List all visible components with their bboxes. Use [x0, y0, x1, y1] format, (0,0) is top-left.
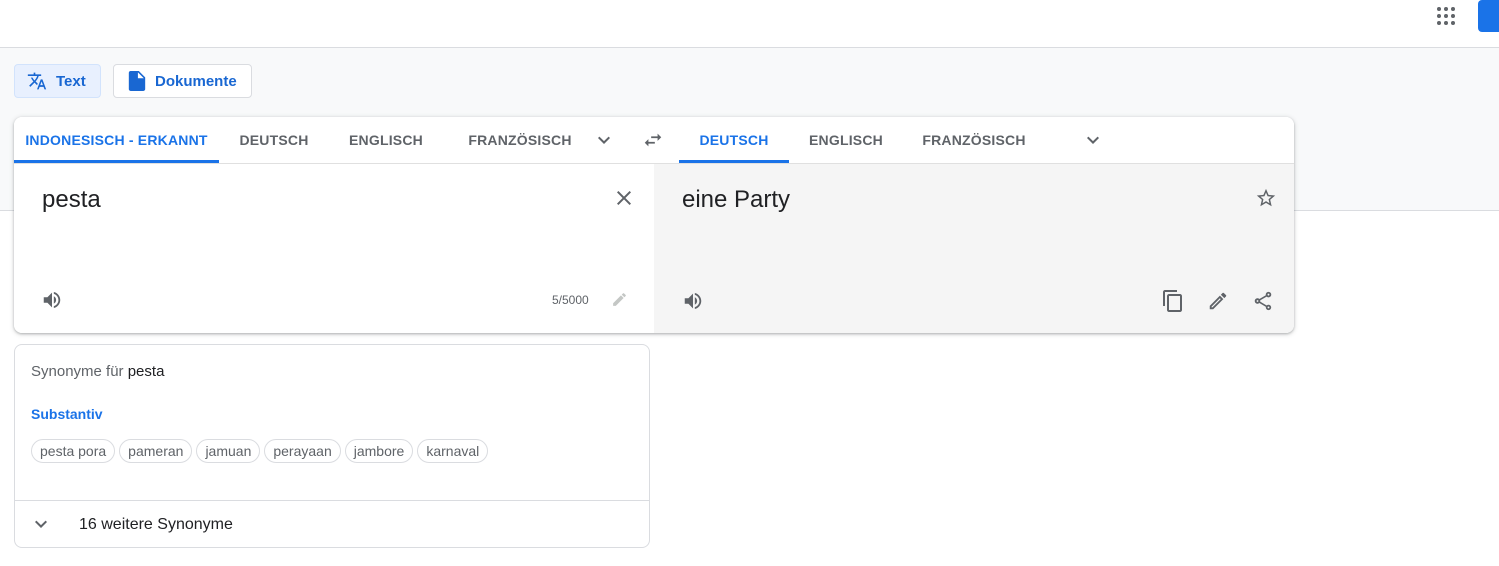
more-synonyms-label: 16 weitere Synonyme	[79, 516, 233, 533]
source-more-languages-button[interactable]	[592, 128, 616, 152]
swap-languages-button[interactable]	[641, 128, 665, 152]
translation-card: INDONESISCH - ERKANNT DEUTSCH ENGLISCH F…	[14, 117, 1294, 333]
part-of-speech-label: Substantiv	[31, 406, 103, 422]
top-bar	[0, 0, 1499, 48]
expand-synonyms-button[interactable]	[29, 512, 53, 536]
text-mode-label: Text	[56, 72, 86, 90]
target-tab-french[interactable]: FRANZÖSISCH	[914, 117, 1034, 163]
synonym-chip[interactable]: jambore	[344, 439, 414, 463]
target-pane: eine Party	[654, 164, 1294, 333]
apps-grid-icon[interactable]	[1436, 6, 1456, 26]
synonym-chip[interactable]: pameran	[119, 439, 193, 463]
language-bar: INDONESISCH - ERKANNT DEUTSCH ENGLISCH F…	[14, 117, 1294, 164]
synonym-chip[interactable]: pesta pora	[31, 439, 116, 463]
translation-output: eine Party	[682, 186, 791, 213]
pencil-icon	[612, 292, 626, 306]
synonyms-word: pesta	[127, 363, 165, 380]
pencil-icon	[1209, 292, 1227, 310]
source-pane[interactable]: pesta 5/5000	[14, 164, 654, 333]
documents-mode-button[interactable]: Dokumente	[113, 64, 252, 98]
source-tab-french[interactable]: FRANZÖSISCH	[454, 117, 586, 163]
synonyms-title-prefix: Synonyme für	[31, 363, 124, 380]
documents-mode-label: Dokumente	[155, 72, 237, 90]
save-translation-button[interactable]	[1254, 186, 1278, 210]
clear-source-button[interactable]	[612, 186, 636, 210]
character-count: 5/5000	[552, 293, 589, 307]
chevron-down-icon	[598, 136, 610, 144]
star-outline-icon	[1256, 188, 1276, 207]
copy-icon	[1163, 290, 1182, 312]
speaker-icon	[684, 292, 702, 310]
source-tab-german[interactable]: DEUTSCH	[226, 117, 322, 163]
synonym-chip[interactable]: perayaan	[264, 439, 341, 463]
source-text-input[interactable]: pesta	[42, 186, 101, 214]
listen-translation-button[interactable]	[681, 289, 705, 313]
target-more-languages-button[interactable]	[1081, 128, 1105, 152]
listen-source-button[interactable]	[40, 288, 64, 312]
close-icon	[617, 191, 631, 205]
account-button[interactable]	[1478, 0, 1499, 32]
source-tab-english[interactable]: ENGLISCH	[336, 117, 436, 163]
edit-translation-button[interactable]	[1205, 288, 1231, 314]
more-synonyms-toggle[interactable]: 16 weitere Synonyme	[15, 501, 649, 547]
translate-icon	[27, 72, 47, 90]
swap-arrows-icon	[644, 133, 662, 147]
target-tab-german[interactable]: DEUTSCH	[679, 117, 789, 163]
document-icon	[128, 71, 146, 91]
synonym-chip[interactable]: jamuan	[196, 439, 261, 463]
synonym-chip-list: pesta pora pameran jamuan perayaan jambo…	[31, 439, 489, 463]
share-translation-button[interactable]	[1250, 288, 1276, 314]
chevron-down-icon	[35, 520, 47, 528]
share-icon	[1254, 291, 1272, 311]
text-mode-button[interactable]: Text	[14, 64, 101, 98]
source-tab-indonesian-detected[interactable]: INDONESISCH - ERKANNT	[14, 117, 219, 163]
copy-translation-button[interactable]	[1160, 288, 1186, 314]
synonym-chip[interactable]: karnaval	[417, 439, 489, 463]
synonyms-title: Synonyme für pesta	[31, 363, 164, 380]
speaker-icon	[43, 291, 61, 309]
chevron-down-icon	[1087, 136, 1099, 144]
synonyms-card: Synonyme für pesta Substantiv pesta pora…	[14, 344, 650, 548]
edit-source-button[interactable]	[610, 290, 628, 308]
target-tab-english[interactable]: ENGLISCH	[798, 117, 894, 163]
